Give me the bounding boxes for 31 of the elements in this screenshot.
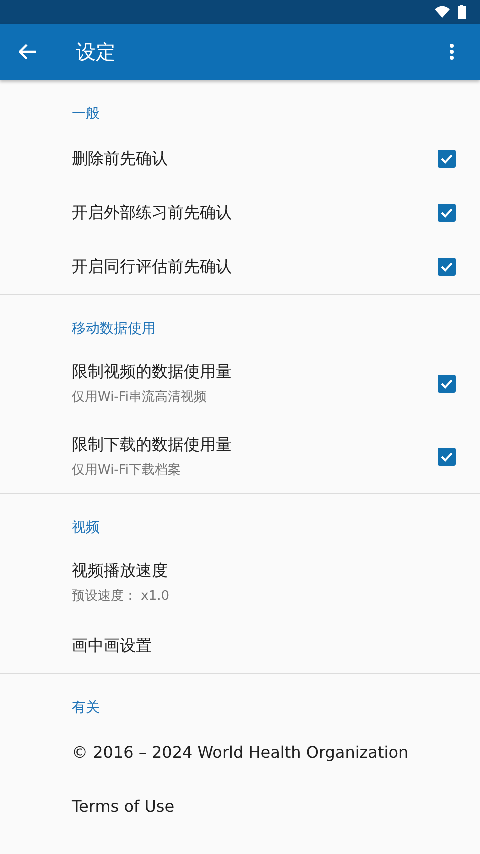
- back-arrow-icon: [19, 44, 37, 60]
- checkmark-icon: [441, 262, 453, 272]
- checkmark-icon: [441, 208, 453, 218]
- setting-summary: 预设速度： x1.0: [72, 588, 170, 606]
- setting-summary: 仅用Wi-Fi串流高清视频: [72, 388, 208, 406]
- setting-title[interactable]: 视频播放速度: [72, 560, 168, 582]
- checkbox[interactable]: [438, 374, 456, 392]
- checkmark-icon: [441, 378, 453, 388]
- setting-summary: 仅用Wi-Fi下载档案: [72, 462, 182, 480]
- setting-title[interactable]: © 2016 – 2024 World Health Organization: [72, 742, 409, 764]
- setting-title[interactable]: 限制视频的数据使用量: [72, 360, 232, 382]
- checkmark-icon: [441, 154, 453, 164]
- screen-title: 设定: [76, 39, 116, 66]
- section-header: 一般: [72, 106, 100, 122]
- battery-icon: [458, 5, 466, 19]
- section-header: 有关: [72, 700, 100, 716]
- setting-title[interactable]: 删除前先确认: [72, 148, 168, 170]
- checkbox[interactable]: [438, 448, 456, 466]
- setting-title[interactable]: Terms of Use: [72, 796, 175, 818]
- wifi-icon: [435, 6, 450, 18]
- section-header: 视频: [72, 520, 100, 536]
- checkbox[interactable]: [438, 150, 456, 168]
- setting-title[interactable]: 开启同行评估前先确认: [72, 256, 232, 278]
- more-options-icon: [450, 44, 454, 60]
- setting-title[interactable]: 画中画设置: [72, 635, 152, 657]
- checkbox[interactable]: [438, 204, 456, 222]
- setting-title[interactable]: 开启外部练习前先确认: [72, 202, 232, 224]
- section-header: 移动数据使用: [72, 321, 156, 337]
- checkbox[interactable]: [438, 258, 456, 276]
- setting-title[interactable]: 限制下载的数据使用量: [72, 434, 232, 456]
- checkmark-icon: [441, 452, 453, 462]
